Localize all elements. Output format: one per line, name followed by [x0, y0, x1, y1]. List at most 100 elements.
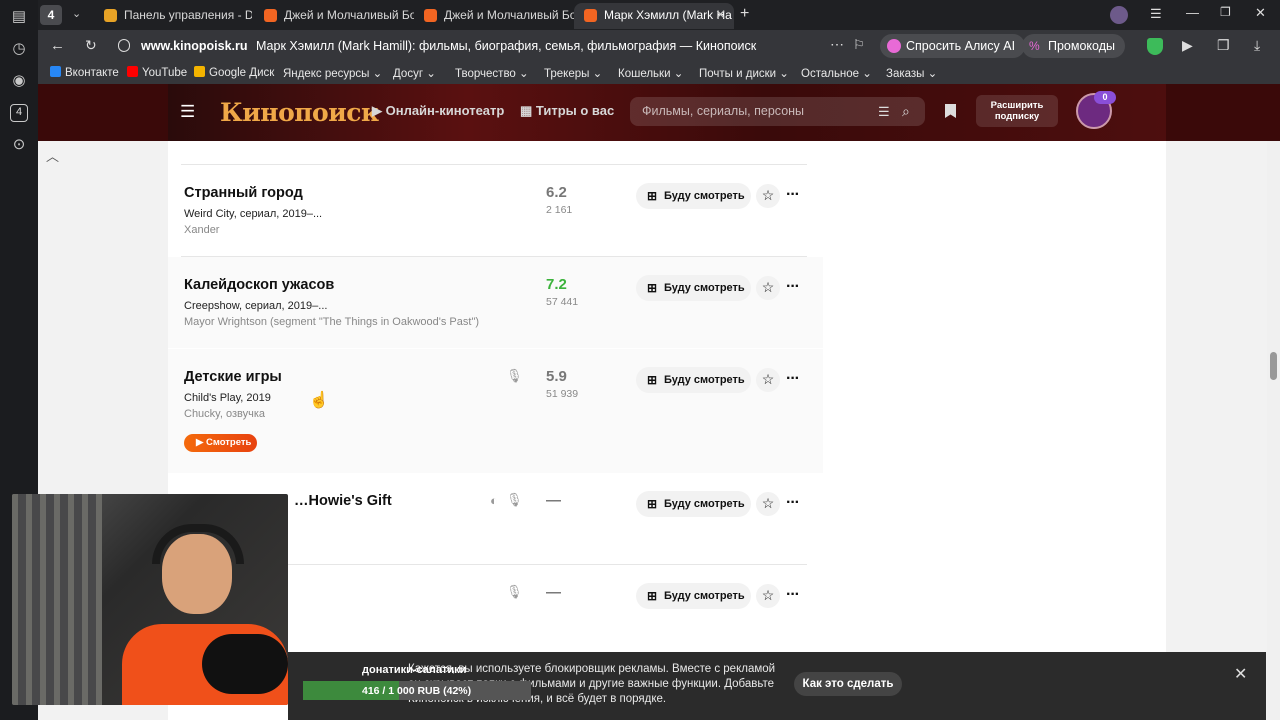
tab-3[interactable]: Джей и Молчаливый Боб — [414, 3, 574, 29]
curtain — [12, 494, 102, 705]
tab-1[interactable]: Панель управления - Don — [94, 3, 252, 29]
site-info-icon[interactable] — [118, 39, 130, 52]
history-icon[interactable]: ◷ — [8, 38, 30, 60]
bookmark-vk[interactable]: Вконтакте — [50, 66, 119, 79]
watchlist-button[interactable]: ⊞ Буду смотреть — [636, 583, 751, 609]
bookmark-label: Яндекс ресурсы — [283, 68, 370, 80]
more-options-icon[interactable]: ··· — [786, 370, 800, 388]
watchlist-label: Буду смотреть — [664, 282, 745, 294]
close-icon[interactable]: ✕ — [1234, 664, 1247, 684]
film-votes: 51 939 — [546, 388, 579, 400]
watchlist-icon: ⊞ — [647, 189, 658, 203]
subscribe-button[interactable]: Расширить подписку — [976, 95, 1058, 127]
bookmark-label: Google Диск — [209, 67, 275, 79]
camera-icon[interactable]: ▶ — [1182, 37, 1193, 54]
restore-icon[interactable]: ❐ — [1220, 5, 1231, 19]
film-rating: — — [546, 492, 561, 509]
more-options-icon[interactable]: ··· — [786, 278, 800, 296]
watchlist-button[interactable]: ⊞ Буду смотреть — [636, 183, 751, 209]
percent-icon: % — [1029, 39, 1040, 53]
shield-icon[interactable] — [1147, 38, 1163, 55]
watchlist-button[interactable]: ⊞ Буду смотреть — [636, 367, 751, 393]
film-subtitle: Weird City, сериал, 2019–... — [184, 208, 323, 220]
more-dots-icon[interactable]: ⋯ — [830, 36, 844, 53]
alice-button[interactable]: Спросить Алису AI — [880, 34, 1026, 58]
screenshot-icon[interactable]: ⊙ — [8, 134, 30, 156]
more-options-icon[interactable]: ··· — [786, 494, 800, 512]
film-title[interactable]: …Howie's Gift — [294, 493, 392, 509]
bookmark-folder[interactable]: Почты и диски ⌄ — [699, 66, 789, 80]
bookmark-folder[interactable]: Заказы ⌄ — [886, 66, 937, 80]
download-icon[interactable]: ⤓ — [1254, 37, 1260, 54]
film-title[interactable]: Странный город — [184, 185, 303, 201]
bookmark-youtube[interactable]: YouTube — [127, 66, 187, 79]
bookmark-label: YouTube — [142, 67, 188, 79]
promo-button[interactable]: % Промокоды — [1022, 34, 1125, 58]
tab-2[interactable]: Джей и Молчаливый Боб — [254, 3, 414, 29]
tab-active[interactable]: Марк Хэмилл (Mark Ha ✕ — [574, 3, 734, 29]
filter-icon[interactable]: ☰ — [878, 104, 890, 120]
close-window-icon[interactable]: ✕ — [1255, 5, 1266, 21]
new-tab-icon[interactable]: + — [740, 5, 749, 23]
scrollbar-thumb[interactable] — [1270, 352, 1277, 380]
webcam-overlay — [12, 494, 288, 705]
bookmark-label: Вконтакте — [65, 67, 119, 79]
bookmark-folder[interactable]: Досуг ⌄ — [393, 66, 436, 80]
tab-label: Джей и Молчаливый Боб — [444, 8, 574, 22]
profile-icon[interactable] — [1110, 6, 1128, 24]
menu-icon[interactable]: ☰ — [1150, 6, 1162, 22]
microphone-icon: 🎙 — [506, 368, 523, 383]
back-icon[interactable]: ← — [50, 37, 65, 54]
bookmark-label: Остальное — [801, 68, 860, 80]
tabs-icon[interactable]: ▤ — [8, 6, 30, 28]
how-to-button[interactable]: Как это сделать — [794, 672, 902, 696]
rate-star-button[interactable]: ☆ — [756, 276, 780, 300]
bookmark-folder[interactable]: Творчество ⌄ — [455, 66, 529, 80]
more-options-icon[interactable]: ··· — [786, 186, 800, 204]
film-rating: 5.9 — [546, 368, 567, 385]
subscribe-label: Расширить — [990, 100, 1044, 111]
bookmark-icon[interactable]: ⚐ — [853, 37, 865, 53]
url-domain[interactable]: www.kinopoisk.ru — [141, 39, 248, 53]
burger-menu-icon[interactable]: ☰ — [180, 102, 195, 122]
media-icon[interactable]: ◉ — [8, 70, 30, 92]
kp-logo[interactable]: Кинопоиск — [220, 98, 379, 127]
search-icon[interactable]: ⌕ — [902, 103, 910, 120]
film-rating: 7.2 — [546, 276, 567, 293]
avatar-badge: 0 — [1094, 91, 1116, 104]
bookmark-folder[interactable]: Остальное ⌄ — [801, 66, 872, 80]
sidebar-badge[interactable]: 4 — [10, 104, 28, 122]
url-page-title[interactable]: Марк Хэмилл (Mark Hamill): фильмы, биогр… — [256, 39, 756, 53]
credits-icon: ▦ — [520, 103, 536, 118]
bookmark-label: Заказы — [886, 68, 925, 80]
reload-icon[interactable]: ↻ — [85, 37, 97, 54]
collections-icon[interactable]: ❐ — [1217, 37, 1230, 54]
film-subtitle: Child's Play, 2019 — [184, 392, 271, 404]
nav-label: Титры о вас — [535, 103, 615, 118]
minimize-icon[interactable]: — — [1186, 5, 1199, 20]
close-tab-icon[interactable]: ✕ — [715, 3, 726, 27]
rate-star-button[interactable]: ☆ — [756, 368, 780, 392]
bookmark-google-drive[interactable]: Google Диск — [194, 66, 274, 79]
nav-credits[interactable]: ▦ Титры о вас — [520, 103, 614, 119]
rate-star-button[interactable]: ☆ — [756, 184, 780, 208]
rate-star-button[interactable]: ☆ — [756, 584, 780, 608]
watchlist-label: Буду смотреть — [664, 498, 745, 510]
film-title[interactable]: Калейдоскоп ужасов — [184, 277, 334, 293]
bookmark-folder[interactable]: Трекеры ⌄ — [544, 66, 602, 80]
more-options-icon[interactable]: ··· — [786, 586, 800, 604]
collapse-chevron-icon[interactable]: ︿ — [46, 146, 59, 165]
cut-off-text — [184, 133, 294, 141]
bookmark-folder[interactable]: Яндекс ресурсы ⌄ — [283, 66, 382, 80]
watch-button[interactable]: ▶ Смотреть — [184, 434, 257, 452]
scrollbar-track[interactable] — [1267, 141, 1280, 720]
nav-online-cinema[interactable]: ▶ Онлайн-кинотеатр — [372, 103, 504, 119]
watch-label: Смотреть — [205, 437, 252, 448]
tab-list-chevron-icon[interactable]: ⌄ — [72, 7, 81, 20]
watchlist-button[interactable]: ⊞ Буду смотреть — [636, 491, 751, 517]
rate-star-button[interactable]: ☆ — [756, 492, 780, 516]
film-title[interactable]: Детские игры — [184, 369, 282, 385]
tab-count-badge[interactable]: 4 — [40, 5, 62, 25]
watchlist-button[interactable]: ⊞ Буду смотреть — [636, 275, 751, 301]
bookmark-folder[interactable]: Кошельки ⌄ — [618, 66, 683, 80]
